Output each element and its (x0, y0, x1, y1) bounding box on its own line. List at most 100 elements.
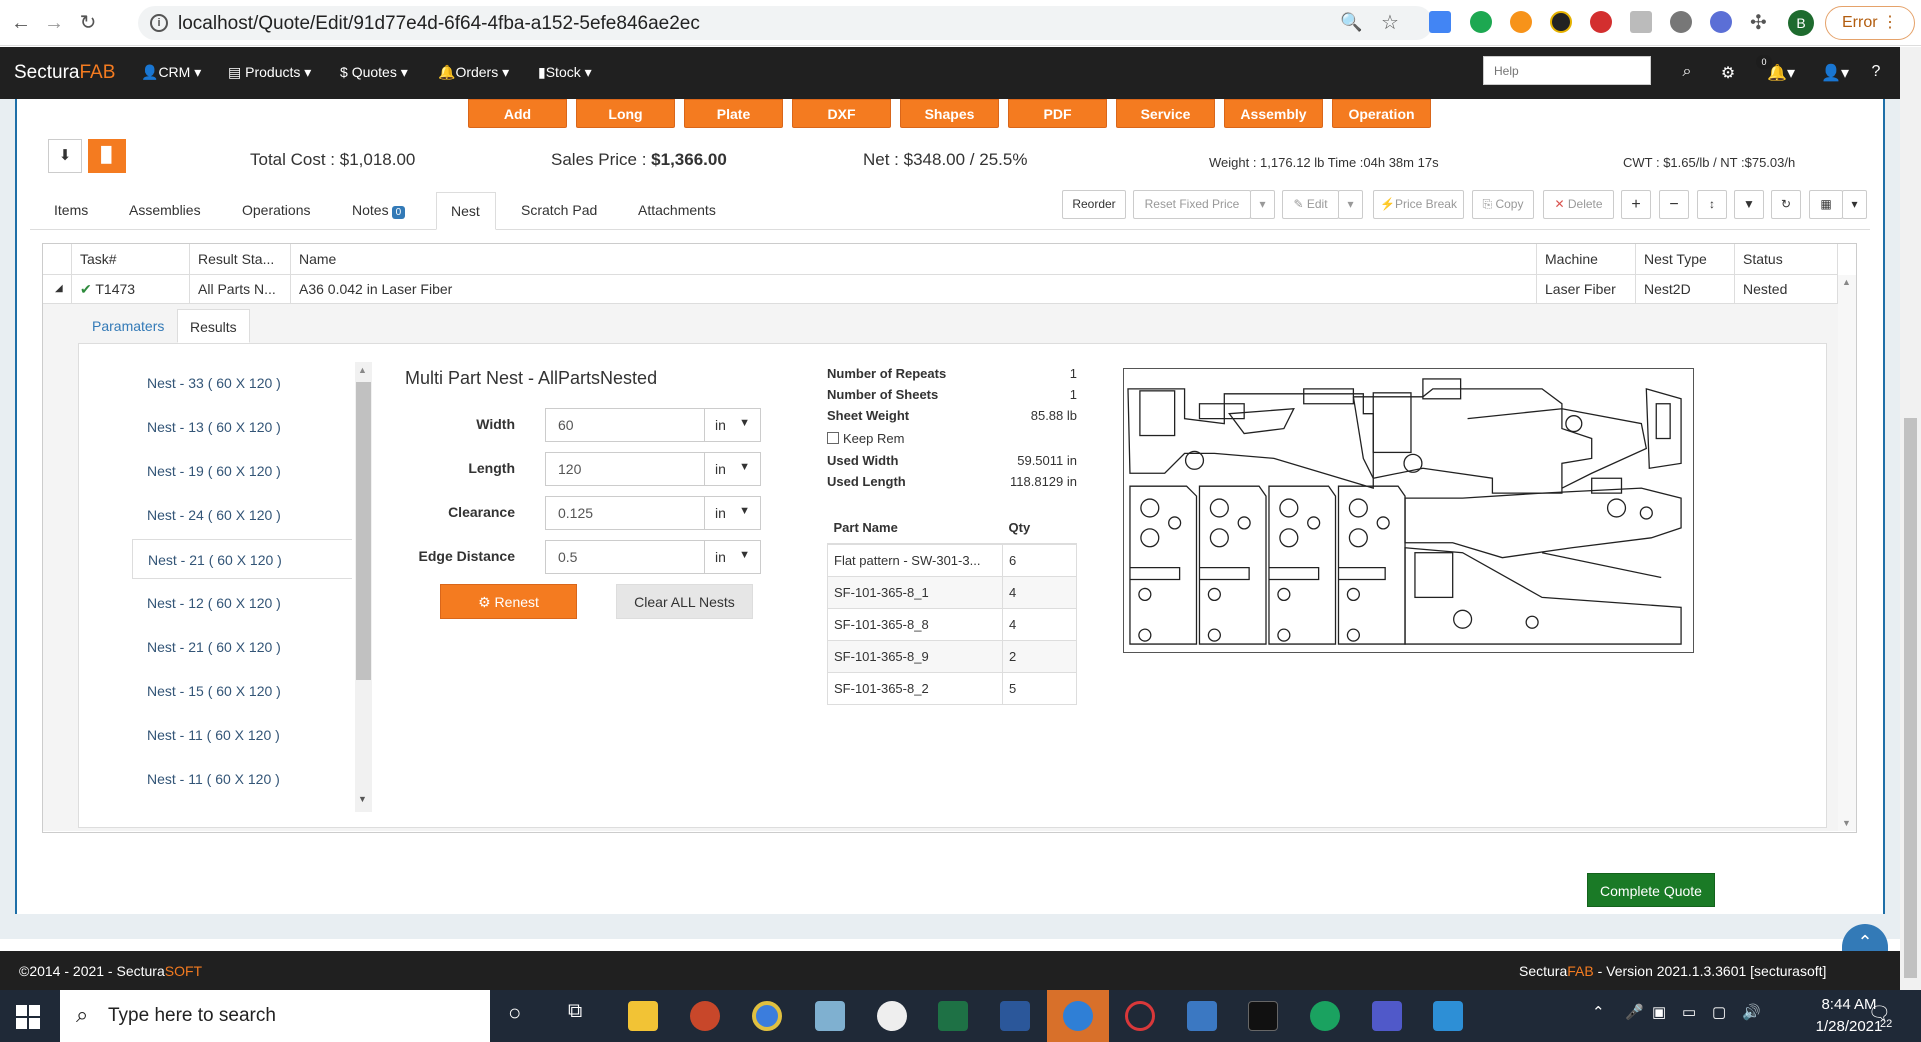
opera-icon[interactable] (1125, 1001, 1155, 1031)
refresh-button[interactable]: ↻ (1771, 190, 1801, 219)
table-row[interactable]: Flat pattern - SW-301-3... 6 (827, 543, 1077, 577)
back-icon[interactable]: ← (8, 10, 34, 36)
table-row[interactable]: SF-101-365-8_9 2 (827, 639, 1077, 673)
acrobat-icon[interactable] (1248, 1001, 1278, 1031)
columns-button[interactable]: ▦ (1809, 190, 1843, 219)
dxf-button[interactable]: DXF (792, 99, 891, 128)
chrome-icon[interactable] (752, 1001, 782, 1031)
length-unit-select[interactable]: in ▼ (704, 452, 761, 486)
volume-icon[interactable]: 🔊 (1742, 1003, 1761, 1021)
app-icon[interactable] (815, 1001, 845, 1031)
plate-button[interactable]: Plate (684, 99, 783, 128)
menu-quotes[interactable]: $ Quotes ▾ (340, 64, 408, 81)
word-icon[interactable] (1000, 1001, 1030, 1031)
tray-app-icon[interactable]: ▣ (1652, 1003, 1666, 1021)
taskbar-search-input[interactable]: Type here to search (60, 990, 490, 1042)
search-icon[interactable]: ⌕ (1676, 63, 1698, 81)
tab-scratch-pad[interactable]: Scratch Pad (507, 192, 611, 230)
download-button[interactable]: ⬇ (48, 139, 82, 173)
list-item[interactable]: Nest - 21 ( 60 X 120 ) (132, 627, 352, 667)
tray-chevron-up-icon[interactable]: ⌃ (1592, 1003, 1605, 1021)
hangouts-icon[interactable] (1310, 1001, 1340, 1031)
grid-header-machine[interactable]: Machine (1537, 244, 1636, 274)
help-icon[interactable]: ? (1865, 63, 1887, 81)
tab-assemblies[interactable]: Assemblies (115, 192, 215, 230)
file-explorer-icon[interactable] (628, 1001, 658, 1031)
list-item[interactable]: Nest - 12 ( 60 X 120 ) (132, 583, 352, 623)
edge-distance-field[interactable]: 0.5 (545, 540, 705, 574)
collapse-minus-button[interactable]: − (1659, 190, 1689, 219)
service-button[interactable]: Service (1116, 99, 1215, 128)
tab-nest[interactable]: Nest (436, 192, 496, 230)
list-item[interactable]: Nest - 11 ( 60 X 120 ) (132, 759, 352, 799)
price-break-button[interactable]: ⚡Price Break (1373, 190, 1464, 219)
extension-gray-icon[interactable] (1630, 11, 1652, 33)
table-row[interactable]: SF-101-365-8_2 5 (827, 671, 1077, 705)
subtab-parameters[interactable]: Paramaters (80, 309, 176, 343)
battery-icon[interactable]: ▭ (1682, 1003, 1696, 1021)
tab-items[interactable]: Items (40, 192, 102, 230)
copy-button[interactable]: ⎘ Copy (1472, 190, 1534, 219)
page-scroll-thumb[interactable] (1904, 418, 1917, 978)
chrome-profile-icon[interactable] (877, 1001, 907, 1031)
tab-attachments[interactable]: Attachments (624, 192, 730, 230)
powerpoint-icon[interactable] (690, 1001, 720, 1031)
clear-all-nests-button[interactable]: Clear ALL Nests (616, 584, 753, 619)
task-view-icon[interactable]: ⧉ (568, 1000, 582, 1023)
reorder-button[interactable]: Reorder (1062, 190, 1126, 219)
windows-start-icon[interactable] (15, 1004, 41, 1030)
reload-icon[interactable]: ↻ (75, 10, 101, 36)
scroll-up-icon[interactable]: ▲ (1842, 277, 1851, 287)
grid-header-name[interactable]: Name (291, 244, 1537, 274)
cortana-icon[interactable]: ○ (508, 1000, 521, 1026)
length-field[interactable]: 120 (545, 452, 705, 486)
operation-button[interactable]: Operation (1332, 99, 1431, 128)
profile-avatar[interactable]: B (1788, 10, 1814, 36)
chrome-canary-icon[interactable] (1063, 1001, 1093, 1031)
grid-header-task[interactable]: Task# (72, 244, 190, 274)
extension-circle-icon[interactable] (1670, 11, 1692, 33)
list-item[interactable]: Nest - 11 ( 60 X 120 ) (132, 715, 352, 755)
tab-operations[interactable]: Operations (228, 192, 324, 230)
extension-star-icon[interactable] (1710, 11, 1732, 33)
extension-coin-icon[interactable] (1510, 11, 1532, 33)
expand-plus-button[interactable]: + (1621, 190, 1651, 219)
list-item[interactable]: Nest - 15 ( 60 X 120 ) (132, 671, 352, 711)
extension-green-icon[interactable] (1470, 11, 1492, 33)
shapes-button[interactable]: Shapes (900, 99, 999, 128)
calculator-icon[interactable] (1187, 1001, 1217, 1031)
menu-crm[interactable]: 👤CRM ▾ (141, 64, 201, 81)
gear-icon[interactable]: ⚙ (1717, 63, 1739, 83)
list-item[interactable]: Nest - 24 ( 60 X 120 ) (132, 495, 352, 535)
edit-button[interactable]: ✎ Edit (1282, 190, 1339, 219)
complete-quote-button[interactable]: Complete Quote (1587, 873, 1715, 907)
menu-orders[interactable]: 🔔Orders ▾ (438, 64, 509, 81)
table-row[interactable]: SF-101-365-8_1 4 (827, 575, 1077, 609)
extensions-puzzle-icon[interactable]: ✣ (1750, 10, 1767, 35)
error-button[interactable]: Error ⋮ (1825, 6, 1915, 40)
microphone-icon[interactable]: 🎤 (1625, 1003, 1644, 1021)
help-search-input[interactable] (1483, 56, 1651, 85)
scroll-down-icon[interactable]: ▼ (358, 794, 367, 804)
excel-icon[interactable] (938, 1001, 968, 1031)
reset-fixed-price-dropdown[interactable]: ▾ (1250, 190, 1275, 219)
translate-extension-icon[interactable] (1429, 11, 1451, 33)
extension-red-icon[interactable] (1590, 11, 1612, 33)
photos-icon[interactable] (1433, 1001, 1463, 1031)
width-unit-select[interactable]: in ▼ (704, 408, 761, 442)
add-button[interactable]: Add (468, 99, 567, 128)
nest-list-scroll-thumb[interactable] (356, 382, 371, 680)
forward-icon[interactable]: → (41, 10, 67, 36)
scroll-up-icon[interactable]: ▲ (358, 365, 367, 375)
width-field[interactable]: 60 (545, 408, 705, 442)
assembly-button[interactable]: Assembly (1224, 99, 1323, 128)
extension-shield-icon[interactable] (1550, 11, 1572, 33)
teams-icon[interactable] (1372, 1001, 1402, 1031)
grid-header-nest-type[interactable]: Nest Type (1636, 244, 1735, 274)
list-item[interactable]: Nest - 33 ( 60 X 120 ) (132, 363, 352, 403)
address-bar[interactable]: i localhost/Quote/Edit/91d77e4d-6f64-4fb… (138, 6, 1433, 40)
zoom-icon[interactable]: 🔍 (1340, 12, 1362, 33)
brand-logo[interactable]: SecturaFAB (14, 62, 115, 84)
long-button[interactable]: Long (576, 99, 675, 128)
filter-button[interactable]: ▼ (1734, 190, 1764, 219)
